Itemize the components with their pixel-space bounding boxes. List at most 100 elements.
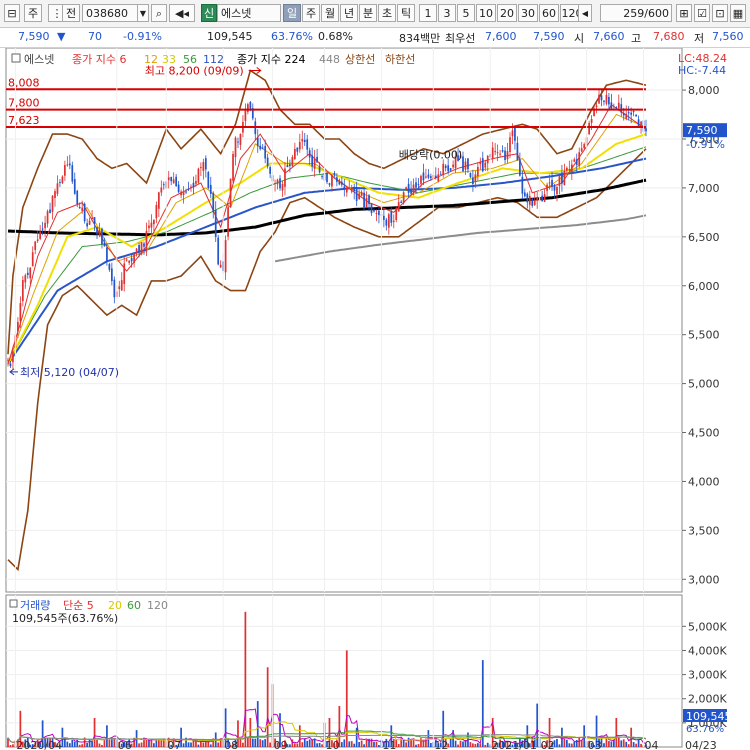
fullscreen-icon[interactable]: ⊡ — [712, 4, 728, 22]
legend-toggle-icon[interactable] — [11, 53, 21, 63]
interval-tab[interactable]: 20 — [497, 4, 517, 22]
candle-body — [93, 217, 96, 224]
interval-tab[interactable]: 30 — [518, 4, 538, 22]
candle-body — [400, 201, 403, 203]
checkbox-icon[interactable]: ☑ — [694, 4, 710, 22]
legend-ma448: 448 — [319, 53, 340, 66]
volume-bar — [321, 744, 323, 747]
candle-body — [526, 193, 529, 203]
quote-bar: 7,590 ▼ 70 -0.91% 109,545 63.76% 0.68% 8… — [0, 28, 750, 48]
scroll-left-icon[interactable]: ◀ — [578, 4, 592, 22]
high-label: 고 — [631, 32, 642, 45]
candle-body — [469, 173, 472, 178]
candle-body — [78, 207, 81, 209]
volume-legend-toggle-icon[interactable] — [9, 599, 18, 608]
period-tab[interactable]: 년 — [340, 4, 358, 22]
period-tab[interactable]: 일 — [283, 4, 301, 22]
candle-body — [145, 231, 148, 249]
grid-icon[interactable]: ⊞ — [676, 4, 692, 22]
candle-body — [44, 222, 46, 229]
candle-body — [167, 177, 170, 181]
interval-tab[interactable]: 3 — [438, 4, 456, 22]
date-label: 08 — [224, 739, 238, 750]
data-count-field[interactable]: 259/600 — [600, 4, 672, 22]
candle-body — [543, 194, 546, 202]
candle-body — [605, 95, 608, 104]
stock-name-field[interactable]: 에스넷 — [217, 4, 281, 22]
price-tick-label: 5,000 — [688, 378, 720, 391]
high-price: 7,680 — [653, 30, 685, 43]
volume-bar — [420, 738, 422, 747]
new-badge: 신 — [201, 4, 217, 22]
period-tab[interactable]: 초 — [378, 4, 396, 22]
stock-chart[interactable]: 3,000 3,500 4,000 4,500 5,000 5,500 6,000 6,500… — [0, 48, 750, 750]
candle-body — [113, 279, 116, 298]
period-tab[interactable]: 분 — [359, 4, 377, 22]
candle-body — [26, 272, 29, 275]
candle-body — [157, 192, 160, 209]
volume-bar — [209, 744, 212, 747]
candle-body — [479, 161, 482, 165]
candle-body — [392, 220, 395, 222]
legend-ma224: 종가 지수 224 — [237, 53, 305, 66]
candle-body — [249, 101, 252, 109]
price-level-label: 8,008 — [8, 76, 40, 89]
candle-body — [239, 134, 242, 145]
volume-bar — [348, 741, 351, 747]
volume-bar — [217, 742, 220, 747]
candle-body — [279, 178, 281, 189]
volume-bar — [627, 744, 630, 747]
volume-bar — [190, 742, 192, 747]
candle-body — [449, 168, 452, 171]
volume-bar — [635, 743, 637, 747]
code-dropdown-icon[interactable]: ▼ — [137, 4, 149, 22]
candle-body — [256, 137, 259, 147]
candle-body — [390, 211, 393, 223]
candle-body — [422, 172, 425, 181]
candle-body — [350, 188, 353, 192]
candle-body — [83, 203, 86, 222]
tile-icon[interactable]: ▦ — [730, 4, 746, 22]
volume-ma120: 120 — [147, 599, 168, 612]
stock-code-input[interactable]: 038680 — [82, 4, 138, 22]
volume-bar — [81, 744, 84, 747]
candle-body — [91, 218, 93, 219]
candle-body — [447, 165, 450, 172]
volume-bar — [457, 744, 459, 747]
range-select[interactable]: 전 — [62, 4, 80, 22]
period-tab[interactable]: 틱 — [397, 4, 415, 22]
interval-tab[interactable]: 5 — [457, 4, 475, 22]
candle-body — [172, 179, 175, 184]
candle-body — [590, 119, 593, 123]
volume-bar — [340, 742, 343, 747]
volume-bar — [632, 742, 635, 747]
candle-body — [200, 167, 202, 169]
candle-body — [363, 192, 365, 207]
candle-body — [556, 187, 558, 195]
date-label: 2021/01 — [491, 739, 537, 750]
period-tab[interactable]: 주 — [302, 4, 320, 22]
candle-body — [274, 183, 276, 184]
candle-body — [234, 137, 237, 158]
candle-body — [61, 176, 64, 184]
volume-bar — [583, 725, 586, 747]
speaker-icon[interactable]: ◀◂ — [169, 4, 195, 22]
candle-body — [368, 195, 370, 205]
chart-settings-icon[interactable]: ⊟ — [4, 4, 20, 22]
volume-bar — [247, 738, 249, 747]
candle-body — [224, 240, 227, 273]
candle-body — [415, 182, 417, 188]
interval-tab[interactable]: 10 — [476, 4, 496, 22]
period-tab[interactable]: 월 — [321, 4, 339, 22]
search-icon[interactable]: ⌕ — [151, 4, 167, 22]
interval-tab[interactable]: 60 — [539, 4, 559, 22]
volume-ma60: 60 — [127, 599, 141, 612]
volume-bar — [476, 743, 479, 747]
interval-tab[interactable]: 1 — [419, 4, 437, 22]
volume-bar — [563, 738, 566, 747]
candle-body — [286, 165, 289, 168]
candle-body — [318, 166, 321, 173]
volume-bar — [145, 739, 148, 747]
mode-select[interactable]: 주 — [24, 4, 42, 22]
date-label: 04/23 — [685, 739, 717, 750]
